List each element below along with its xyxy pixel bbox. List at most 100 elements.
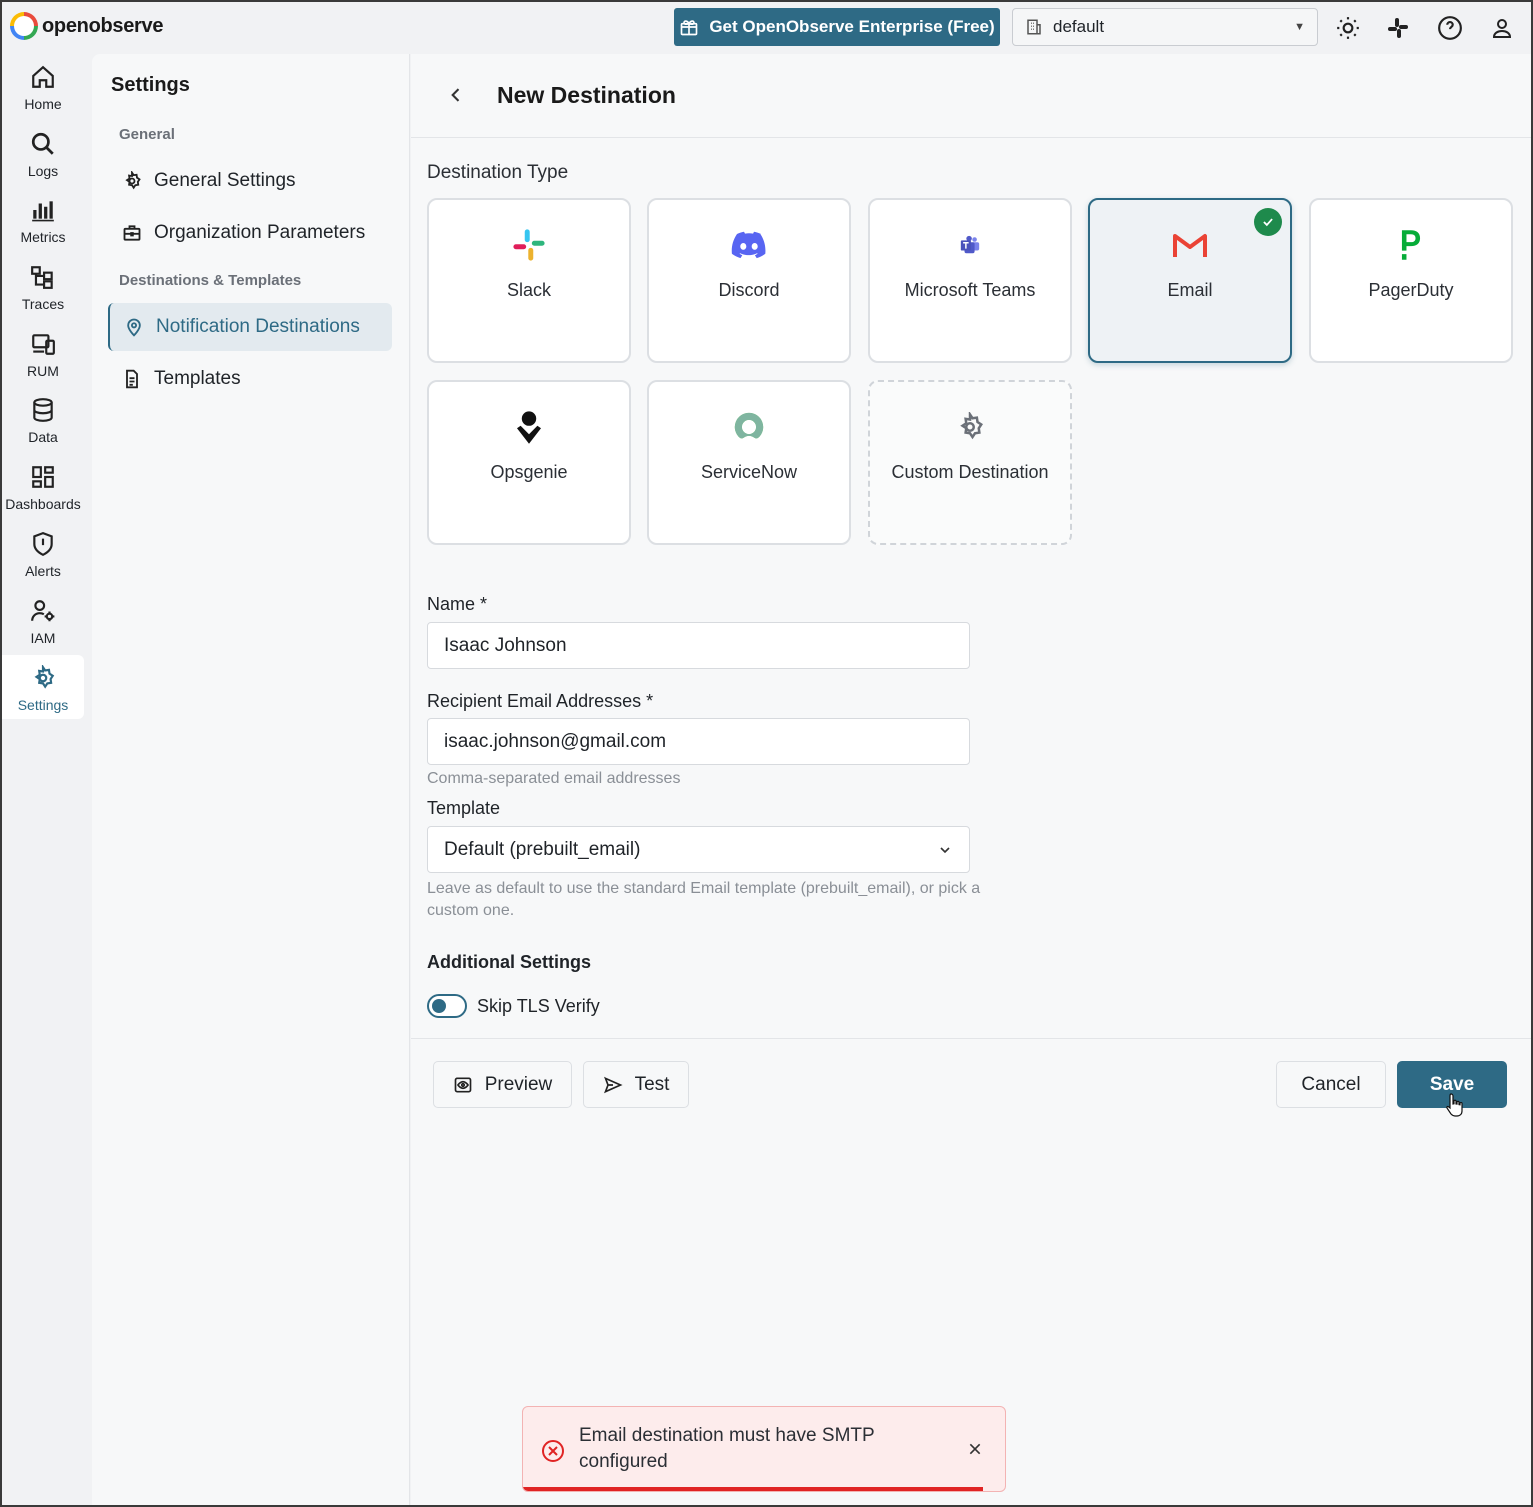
logo-icon [10, 12, 38, 40]
recipient-emails-input[interactable] [427, 718, 970, 765]
selected-check-icon [1254, 208, 1282, 236]
main-content: New Destination Destination Type Slack D… [411, 54, 1531, 1505]
gear-icon [125, 171, 141, 190]
user-account-icon[interactable] [1488, 14, 1516, 42]
slack-icon [512, 226, 546, 264]
teams-icon [959, 226, 981, 264]
destination-card-slack[interactable]: Slack [427, 198, 631, 363]
test-button-label: Test [634, 1073, 670, 1095]
section-destinations-label: Destinations & Templates [119, 272, 302, 289]
destination-card-email[interactable]: Email [1088, 198, 1292, 363]
nav-data[interactable]: Data [2, 387, 84, 451]
chevron-down-icon [940, 846, 950, 853]
page-title: New Destination [497, 82, 676, 108]
nav-metrics[interactable]: Metrics [2, 187, 84, 251]
nav-iam[interactable]: IAM [2, 588, 84, 652]
nav-dashboards-label: Dashboards [5, 496, 81, 512]
menu-templates-label: Templates [154, 368, 241, 389]
cancel-button-label: Cancel [1301, 1073, 1361, 1095]
hand-cursor-icon [1446, 1093, 1463, 1117]
slack-icon[interactable] [1384, 14, 1412, 42]
destination-card-microsoft-teams[interactable]: Microsoft Teams [868, 198, 1072, 363]
additional-settings-heading: Additional Settings [427, 952, 591, 972]
name-label: Name * [427, 594, 488, 614]
settings-panel: Settings General General Settings Organi… [92, 54, 410, 1505]
destination-card-opsgenie[interactable]: Opsgenie [427, 380, 631, 545]
gmail-icon [1172, 226, 1208, 264]
settings-title: Settings [111, 74, 190, 96]
menu-general-settings-label: General Settings [154, 170, 296, 191]
back-button[interactable] [441, 80, 471, 110]
gear-icon [34, 665, 55, 689]
location-pin-icon [127, 318, 141, 337]
template-select-value: Default (prebuilt_email) [444, 838, 641, 860]
destination-card-custom[interactable]: Custom Destination [868, 380, 1072, 545]
top-bar: openobserve Get OpenObserve Enterprise (… [2, 2, 1531, 54]
destination-card-email-label: Email [1167, 280, 1213, 300]
test-button[interactable]: Test [583, 1061, 689, 1108]
document-icon [126, 369, 138, 389]
organization-value: default [1053, 17, 1105, 36]
destination-card-discord-label: Discord [718, 280, 780, 300]
logo-text: openobserve [42, 14, 164, 37]
get-enterprise-button[interactable]: Get OpenObserve Enterprise (Free) [674, 8, 1000, 46]
theme-toggle-sun-icon[interactable] [1334, 14, 1362, 42]
name-input[interactable] [427, 622, 970, 669]
cancel-button[interactable]: Cancel [1276, 1061, 1386, 1108]
database-icon [33, 398, 53, 422]
servicenow-icon [732, 408, 766, 446]
menu-templates[interactable]: Templates [108, 355, 392, 403]
recipient-emails-label: Recipient Email Addresses * [427, 691, 654, 711]
destination-card-servicenow[interactable]: ServiceNow [647, 380, 851, 545]
nav-dashboards[interactable]: Dashboards [2, 454, 84, 518]
destination-card-custom-label: Custom Destination [891, 462, 1049, 482]
template-select[interactable]: Default (prebuilt_email) [427, 826, 970, 873]
help-icon[interactable] [1436, 14, 1464, 42]
menu-organization-parameters-label: Organization Parameters [154, 222, 366, 243]
toggle-knob [432, 999, 446, 1013]
enterprise-button-label: Get OpenObserve Enterprise (Free) [709, 17, 995, 36]
nav-traces-label: Traces [21, 296, 65, 312]
caret-down-icon: ▼ [1294, 21, 1305, 33]
preview-button-label: Preview [484, 1073, 553, 1095]
dashboard-icon [32, 466, 54, 488]
menu-organization-parameters[interactable]: Organization Parameters [108, 209, 392, 257]
nav-traces[interactable]: Traces [2, 254, 84, 318]
section-general-label: General [119, 126, 175, 143]
nav-settings-label: Settings [17, 697, 69, 713]
error-circle-icon [542, 1440, 564, 1462]
nav-alerts[interactable]: Alerts [2, 521, 84, 585]
nav-settings[interactable]: Settings [2, 655, 84, 719]
openobserve-logo[interactable]: openobserve [10, 12, 163, 40]
destination-card-pagerduty[interactable]: PagerDuty [1309, 198, 1513, 363]
gift-icon [680, 20, 698, 36]
skip-tls-verify-label: Skip TLS Verify [477, 996, 600, 1016]
nav-home[interactable]: Home [2, 54, 84, 118]
skip-tls-verify-toggle[interactable] [427, 994, 467, 1018]
nav-metrics-label: Metrics [20, 229, 66, 245]
opsgenie-icon [514, 408, 544, 446]
nav-alerts-label: Alerts [25, 563, 61, 579]
menu-general-settings[interactable]: General Settings [108, 157, 392, 205]
template-label: Template [427, 798, 501, 818]
discord-icon [731, 226, 767, 264]
destination-type-label: Destination Type [427, 162, 569, 183]
traces-icon [31, 266, 53, 289]
destination-card-opsgenie-label: Opsgenie [490, 462, 568, 482]
nav-rum-label: RUM [27, 363, 59, 379]
chevron-left-icon [451, 88, 460, 102]
gear-icon [955, 408, 985, 446]
error-toast: Email destination must have SMTP configu… [522, 1406, 1006, 1492]
destination-card-discord[interactable]: Discord [647, 198, 851, 363]
preview-button[interactable]: Preview [433, 1061, 572, 1108]
left-navigation: Home Logs Metrics Traces RUM Data Dashbo… [2, 54, 88, 1505]
menu-notification-destinations[interactable]: Notification Destinations [108, 303, 392, 351]
organization-select[interactable]: default ▼ [1012, 8, 1318, 46]
nav-logs[interactable]: Logs [2, 121, 84, 185]
nav-rum[interactable]: RUM [2, 321, 84, 385]
close-icon[interactable] [967, 1441, 983, 1457]
template-hint: Leave as default to use the standard Ema… [427, 880, 981, 919]
menu-notification-destinations-label: Notification Destinations [156, 316, 360, 337]
nav-data-label: Data [28, 429, 58, 445]
recipient-emails-hint: Comma-separated email addresses [427, 770, 681, 787]
